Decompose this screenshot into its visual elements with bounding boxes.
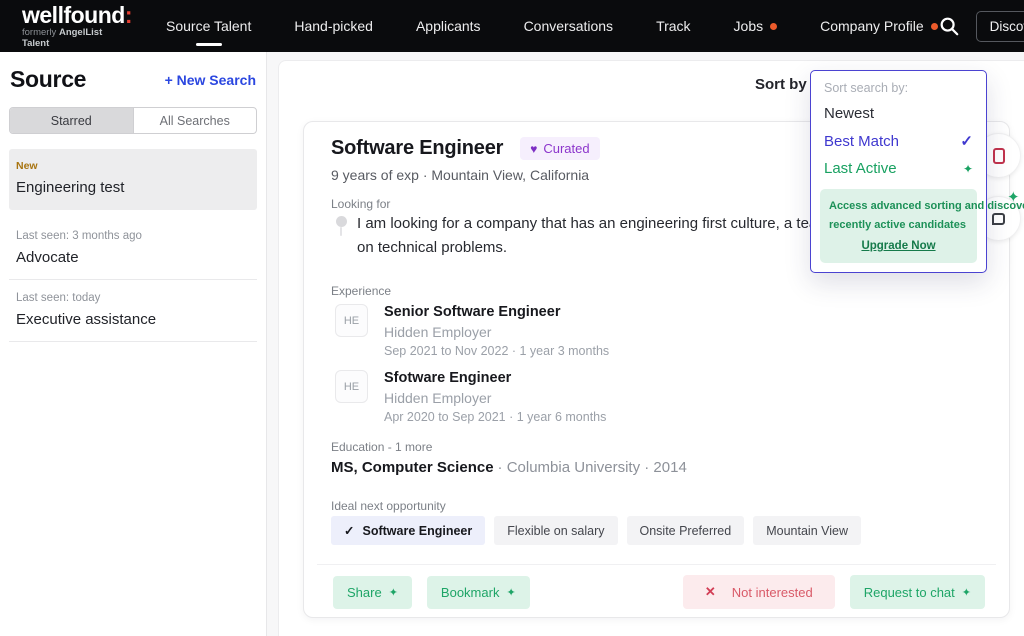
employer-avatar: HE (335, 304, 368, 337)
upgrade-upsell: Access advanced sorting and discover rec… (820, 189, 977, 263)
tag-flexible-on-salary[interactable]: Flexible on salary (494, 516, 617, 545)
logo-colon: : (125, 2, 132, 28)
tab-all-searches[interactable]: All Searches (133, 108, 257, 133)
logo-wordmark: wellfound: (22, 4, 132, 26)
new-badge: New (16, 160, 250, 172)
screen: wellfound: formerly AngelList Talent Sou… (0, 0, 1024, 636)
opportunity-tags: ✓Software Engineer Flexible on salary On… (331, 516, 861, 545)
heart-icon: ♥ (530, 142, 537, 156)
search-icon[interactable] (938, 15, 960, 37)
nav-item-company-profile[interactable]: Company Profile (820, 0, 938, 52)
discover-recruit-pro-button[interactable]: Discover Recruit Pro (976, 11, 1024, 42)
opportunity-label: Ideal next opportunity (331, 499, 446, 513)
check-icon: ✓ (960, 132, 973, 150)
card-actions: Share✦ Bookmark✦ ✕Not interested Request… (333, 575, 985, 609)
sidebar-tabs: Starred All Searches (9, 107, 257, 134)
sort-option-best-match[interactable]: Best Match✓ (824, 132, 973, 150)
request-to-chat-button[interactable]: Request to chat✦ (850, 575, 985, 609)
not-interested-button[interactable]: ✕Not interested (683, 575, 835, 609)
logo-tagline: formerly AngelList Talent (22, 27, 132, 49)
nav-item-conversations[interactable]: Conversations (524, 0, 614, 52)
nav-item-track[interactable]: Track (656, 0, 690, 52)
sparkle-icon: ✦ (506, 586, 515, 599)
tag-software-engineer[interactable]: ✓Software Engineer (331, 516, 485, 545)
sort-option-last-active[interactable]: Last Active✦ (824, 160, 973, 177)
last-seen-meta: Last seen: 3 months ago (16, 230, 250, 242)
sort-dropdown-header: Sort search by: (824, 81, 973, 95)
education-label: Education - 1 more (331, 440, 432, 454)
curated-badge: ♥Curated (520, 137, 599, 160)
notification-dot (770, 23, 777, 30)
nav-items: Source Talent Hand-picked Applicants Con… (166, 0, 938, 52)
tag-mountain-view[interactable]: Mountain View (753, 516, 861, 545)
quote-pin-icon (336, 216, 347, 227)
candidate-title: Software Engineer (331, 137, 503, 160)
top-navbar: wellfound: formerly AngelList Talent Sou… (0, 0, 1024, 52)
employer-avatar: HE (335, 370, 368, 403)
experience-item: Senior Software Engineer Hidden Employer… (384, 304, 609, 358)
chat-icon (992, 213, 1005, 225)
sparkle-icon: ✦ (389, 586, 398, 599)
flag-icon (993, 148, 1005, 164)
experience-label: Experience (331, 284, 391, 298)
close-icon: ✕ (705, 584, 716, 600)
education-row: MS, Computer Science· Columbia Universit… (331, 459, 687, 476)
nav-item-hand-picked[interactable]: Hand-picked (294, 0, 373, 52)
nav-item-applicants[interactable]: Applicants (416, 0, 481, 52)
tag-onsite-preferred[interactable]: Onsite Preferred (627, 516, 745, 545)
notification-dot (931, 23, 938, 30)
wellfound-logo[interactable]: wellfound: formerly AngelList Talent (22, 4, 132, 49)
saved-searches-list: New Engineering test Last seen: 3 months… (9, 149, 257, 342)
nav-item-source-talent[interactable]: Source Talent (166, 0, 251, 52)
sort-option-newest[interactable]: Newest (824, 105, 973, 122)
list-item-advocate[interactable]: Last seen: 3 months ago Advocate (9, 218, 257, 280)
last-seen-meta: Last seen: today (16, 292, 250, 304)
sort-by-label: Sort by (755, 76, 807, 93)
upgrade-now-link[interactable]: Upgrade Now (829, 237, 968, 255)
sparkle-icon: ✦ (963, 162, 973, 176)
nav-item-jobs[interactable]: Jobs (734, 0, 778, 52)
tab-starred[interactable]: Starred (10, 108, 133, 133)
new-search-link[interactable]: + New Search (165, 72, 256, 88)
check-icon: ✓ (344, 523, 354, 538)
experience-item: Sfotware Engineer Hidden Employer Apr 20… (384, 370, 606, 424)
sort-dropdown: Sort search by: Newest Best Match✓ Last … (810, 70, 987, 273)
looking-for-label: Looking for (331, 197, 390, 211)
share-button[interactable]: Share✦ (333, 576, 412, 609)
candidate-subtitle: 9 years of exp · Mountain View, Californ… (331, 167, 589, 183)
list-item-executive-assistance[interactable]: Last seen: today Executive assistance (9, 280, 257, 342)
card-divider (317, 564, 996, 565)
source-sidebar: Source + New Search Starred All Searches… (0, 52, 267, 636)
bookmark-button[interactable]: Bookmark✦ (427, 576, 530, 609)
sidebar-title: Source (10, 66, 86, 93)
list-item-engineering-test[interactable]: New Engineering test (9, 149, 257, 210)
sparkle-icon: ✦ (962, 586, 971, 599)
